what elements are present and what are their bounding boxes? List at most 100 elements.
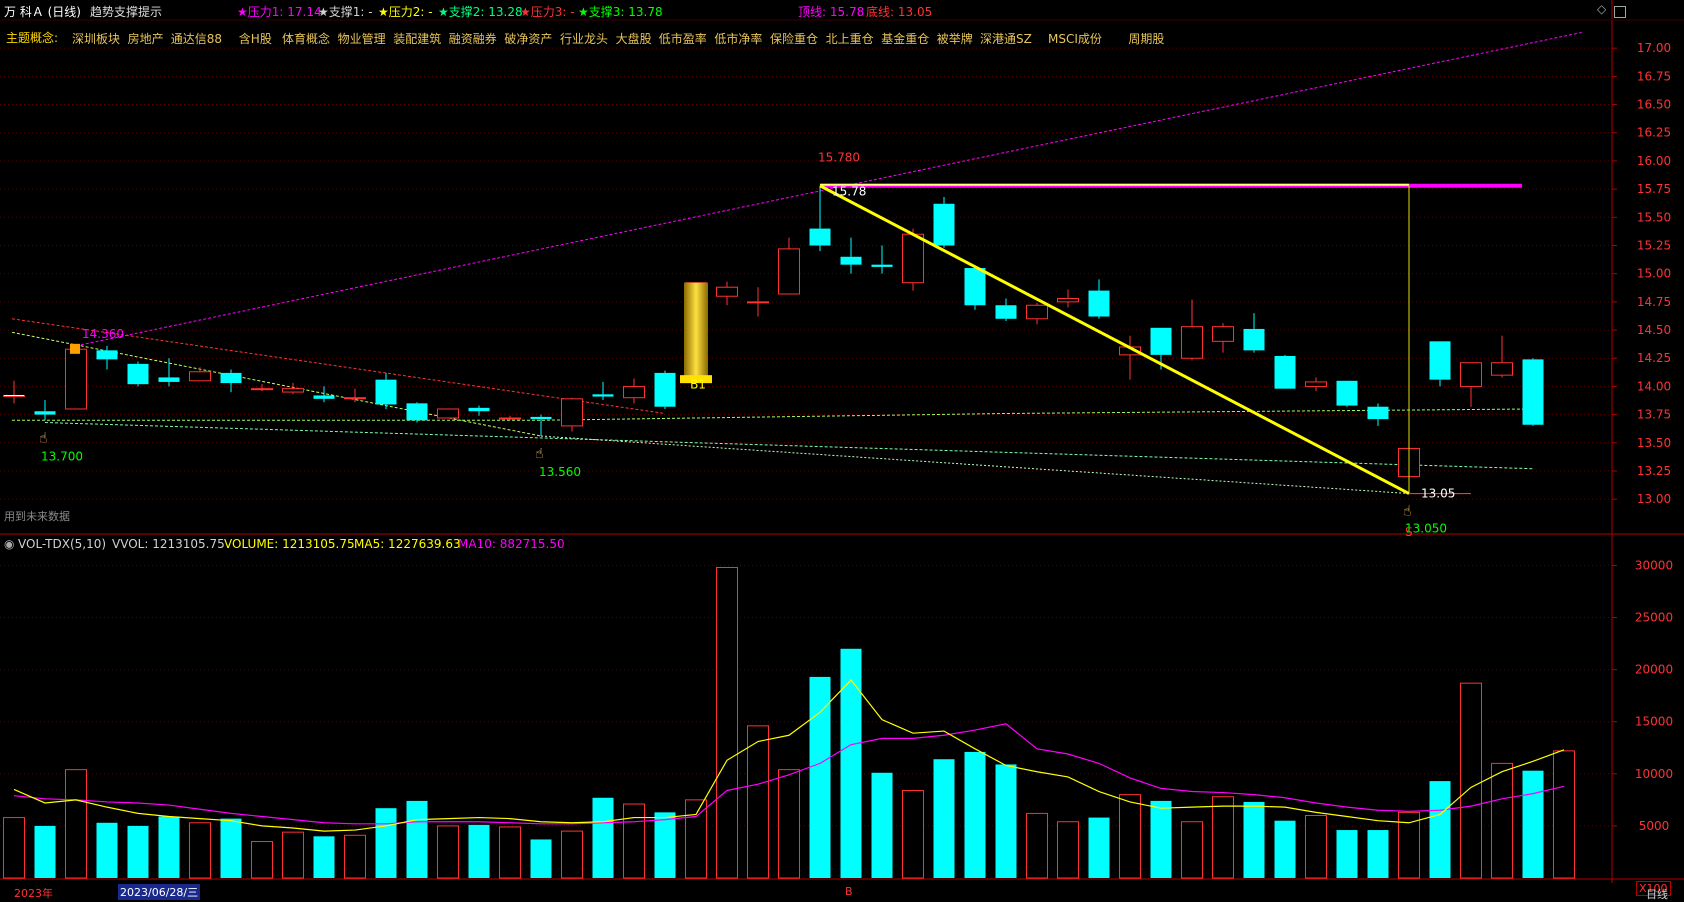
volume-bar xyxy=(220,818,242,878)
collapse-icon[interactable]: ◉ xyxy=(4,537,14,551)
volume-tick-label: 5000 xyxy=(1639,819,1670,833)
volume-tick-label: 20000 xyxy=(1635,663,1673,677)
period-label[interactable]: 日线 xyxy=(1646,886,1668,902)
candle-body xyxy=(1522,359,1544,425)
cursor-date[interactable]: 2023/06/28/三 xyxy=(118,884,201,900)
candle-body xyxy=(747,301,769,304)
hand-pointer-icon: ☝ xyxy=(535,446,544,462)
price-tag-icon xyxy=(70,343,80,354)
candle-body xyxy=(344,397,366,400)
volume-bar xyxy=(1057,821,1079,879)
vvol-value: VVOL: 1213105.75 xyxy=(112,537,225,551)
volume-tick-label: 30000 xyxy=(1635,558,1673,572)
volume-bar xyxy=(251,841,273,879)
volume-bar xyxy=(1243,801,1265,878)
price-tick-label: 14.00 xyxy=(1637,379,1671,393)
signal-marker: B xyxy=(845,885,853,898)
price-tick-label: 15.75 xyxy=(1637,182,1671,196)
candle-body xyxy=(1336,380,1358,406)
candle-body xyxy=(1057,297,1079,303)
volume-bar xyxy=(530,839,552,878)
volume-bar xyxy=(313,836,335,878)
volume-bar xyxy=(127,825,149,878)
candle-body xyxy=(189,371,211,382)
volume-bar xyxy=(1553,750,1575,879)
support-line-2 xyxy=(44,422,1534,470)
candle-body xyxy=(34,411,56,415)
price-tick-label: 14.25 xyxy=(1637,351,1671,365)
candle-body xyxy=(406,403,428,421)
volume-bar xyxy=(344,834,366,879)
volume-bar xyxy=(1150,800,1172,878)
volume-value: VOLUME: 1213105.75 xyxy=(224,537,355,551)
price-tick-label: 13.50 xyxy=(1637,436,1671,450)
ma5-value: MA5: 1227639.63 xyxy=(354,537,461,551)
candle-body xyxy=(1305,381,1327,387)
price-tick-label: 13.75 xyxy=(1637,408,1671,422)
hand-pointer-icon: ☝ xyxy=(1403,504,1412,520)
candle-body xyxy=(1429,341,1451,380)
decline-trendline xyxy=(819,184,1410,495)
price-annotation: 13.560 xyxy=(539,465,581,479)
volume-bar xyxy=(1336,830,1358,878)
candle-body xyxy=(1491,362,1513,376)
volume-bar xyxy=(840,648,862,878)
price-tick-label: 16.50 xyxy=(1637,98,1671,112)
price-annotation: 15.780 xyxy=(818,151,860,165)
candle-body xyxy=(1181,326,1203,359)
candle-body xyxy=(1212,326,1234,342)
volume-bar xyxy=(1305,814,1327,879)
candle-body xyxy=(902,233,924,284)
candle-body xyxy=(654,372,676,407)
candle-body xyxy=(530,416,552,420)
volume-bar xyxy=(1429,781,1451,878)
candle-body xyxy=(1150,327,1172,355)
candle-body xyxy=(995,305,1017,319)
candle-body xyxy=(1274,355,1296,389)
price-tick-label: 17.00 xyxy=(1637,41,1671,55)
hand-pointer-icon: ☝ xyxy=(39,430,48,446)
stock-chart[interactable]: 13.00 13.25 13.50 13.75 14.00 14.25 14.50 14.75… xyxy=(0,0,1684,901)
volume-bar xyxy=(747,725,769,879)
volume-bar xyxy=(158,816,180,878)
volume-bar xyxy=(685,799,707,879)
volume-bar xyxy=(1491,762,1513,879)
candle-body xyxy=(158,377,180,382)
candle-body xyxy=(1026,304,1048,320)
price-tick-label: 16.75 xyxy=(1637,69,1671,83)
volume-bar xyxy=(96,822,118,878)
price-tick-label: 15.50 xyxy=(1637,210,1671,224)
candle-body xyxy=(1367,406,1389,420)
candle-body xyxy=(592,394,614,397)
price-tick-label: 15.00 xyxy=(1637,267,1671,281)
volume-bar xyxy=(654,812,676,878)
price-tick-label: 13.00 xyxy=(1637,492,1671,506)
candle-body xyxy=(964,268,986,306)
volume-tick-label: 10000 xyxy=(1635,767,1673,781)
volume-bar xyxy=(1181,821,1203,879)
volume-bar xyxy=(1026,812,1048,879)
volume-bar xyxy=(592,797,614,878)
volume-bar xyxy=(902,789,924,879)
volume-bar xyxy=(437,825,459,879)
volume-bar xyxy=(34,825,56,878)
vol-name[interactable]: VOL-TDX(5,10) xyxy=(18,537,106,551)
candle-body xyxy=(437,408,459,419)
candle-body xyxy=(282,388,304,393)
volume-tick-label: 25000 xyxy=(1635,611,1673,625)
volume-bar xyxy=(964,751,986,878)
candle-body xyxy=(499,417,521,420)
volume-bar xyxy=(3,817,25,879)
price-tick-label: 15.25 xyxy=(1637,238,1671,252)
volume-bar xyxy=(1119,794,1141,879)
price-annotation: 14.360 xyxy=(82,327,124,341)
candle-body xyxy=(871,264,893,267)
volume-bar xyxy=(716,567,738,879)
volume-bar xyxy=(282,831,304,879)
candle-body xyxy=(561,398,583,427)
candle-body xyxy=(220,372,242,384)
volume-bar xyxy=(871,772,893,878)
candle-body xyxy=(375,379,397,405)
price-annotation: 15.78 xyxy=(832,185,866,199)
candle-body xyxy=(1460,362,1482,387)
